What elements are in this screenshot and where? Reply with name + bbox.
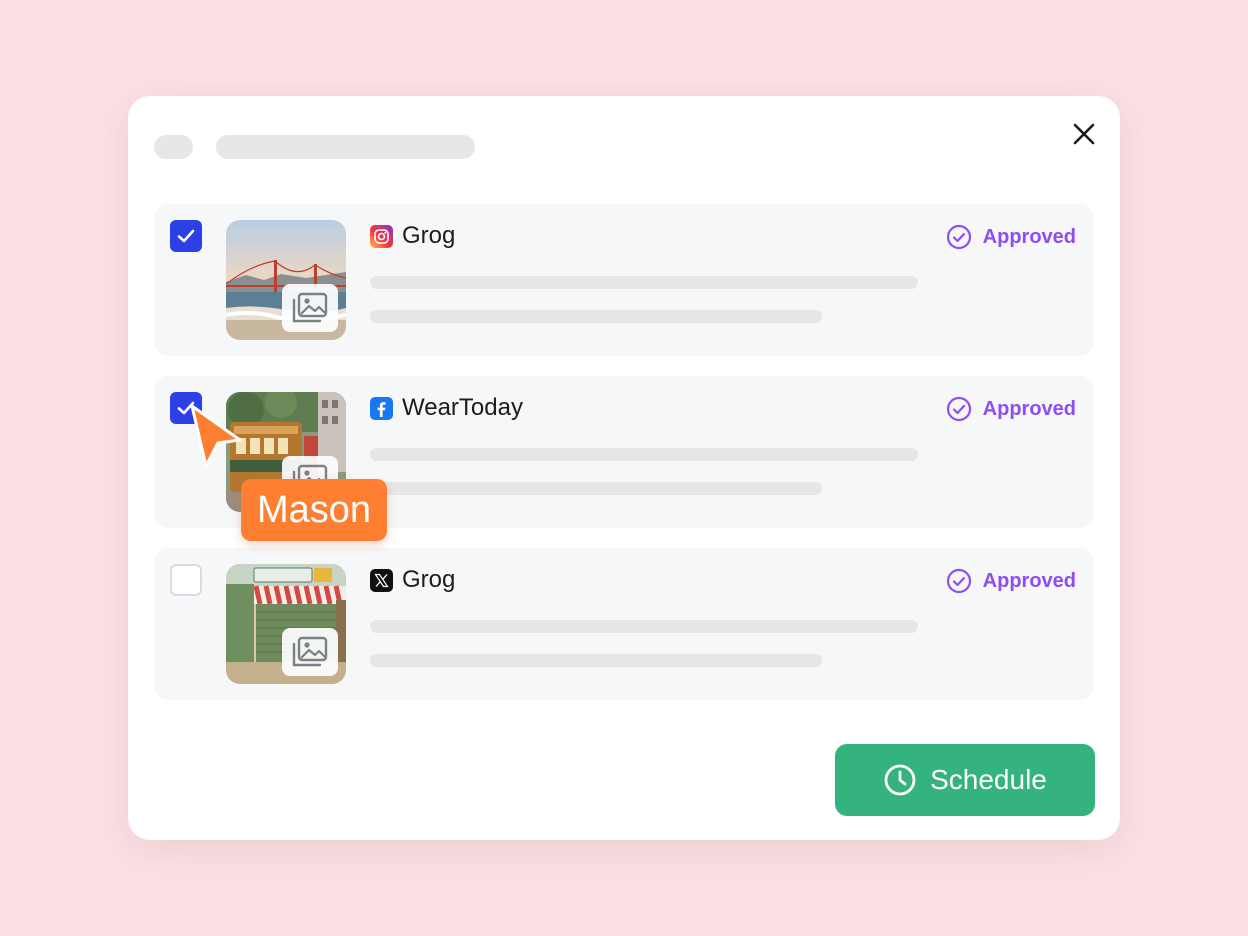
post-account: Grog — [370, 568, 455, 592]
caption-placeholder-line — [370, 654, 822, 667]
title-placeholder-short — [154, 135, 193, 159]
account-name: Grog — [402, 566, 456, 593]
status-label: Approved — [982, 397, 1076, 420]
account-name: WearToday — [402, 394, 523, 421]
schedule-label: Schedule — [930, 764, 1047, 795]
post-checkbox[interactable] — [170, 564, 202, 596]
status-badge: Approved — [946, 396, 1076, 422]
gallery-icon — [282, 628, 338, 676]
schedule-button[interactable]: Schedule — [835, 744, 1095, 816]
clock-icon — [884, 764, 916, 796]
caption-placeholder-line — [370, 276, 918, 289]
post-card: Grog Approved — [154, 548, 1094, 700]
collaborator-cursor-icon — [190, 404, 242, 468]
post-thumbnail — [226, 220, 346, 340]
facebook-icon — [370, 396, 393, 420]
check-circle-icon — [946, 224, 971, 250]
check-circle-icon — [946, 396, 971, 422]
checkmark-icon — [177, 229, 195, 243]
status-badge: Approved — [946, 224, 1076, 250]
close-icon[interactable] — [1068, 118, 1100, 150]
post-card: Grog Approved — [154, 204, 1094, 356]
post-thumbnail — [226, 564, 346, 684]
caption-placeholder-line — [370, 448, 918, 461]
status-badge: Approved — [946, 568, 1076, 594]
account-name: Grog — [402, 222, 456, 249]
title-placeholder-long — [216, 135, 475, 159]
caption-placeholder-line — [370, 310, 822, 323]
status-label: Approved — [982, 569, 1076, 592]
post-checkbox[interactable] — [170, 220, 202, 252]
instagram-icon — [370, 224, 393, 248]
post-account: Grog — [370, 224, 455, 248]
gallery-icon — [282, 284, 338, 332]
caption-placeholder-line — [370, 620, 918, 633]
post-account: WearToday — [370, 396, 523, 420]
status-label: Approved — [982, 225, 1076, 248]
schedule-posts-modal: Grog Approved WearToday Approved Grog Ap… — [128, 96, 1120, 840]
check-circle-icon — [946, 568, 971, 594]
x-icon — [370, 568, 393, 592]
caption-placeholder-line — [370, 482, 822, 495]
collaborator-name-tag: Mason — [241, 479, 388, 541]
